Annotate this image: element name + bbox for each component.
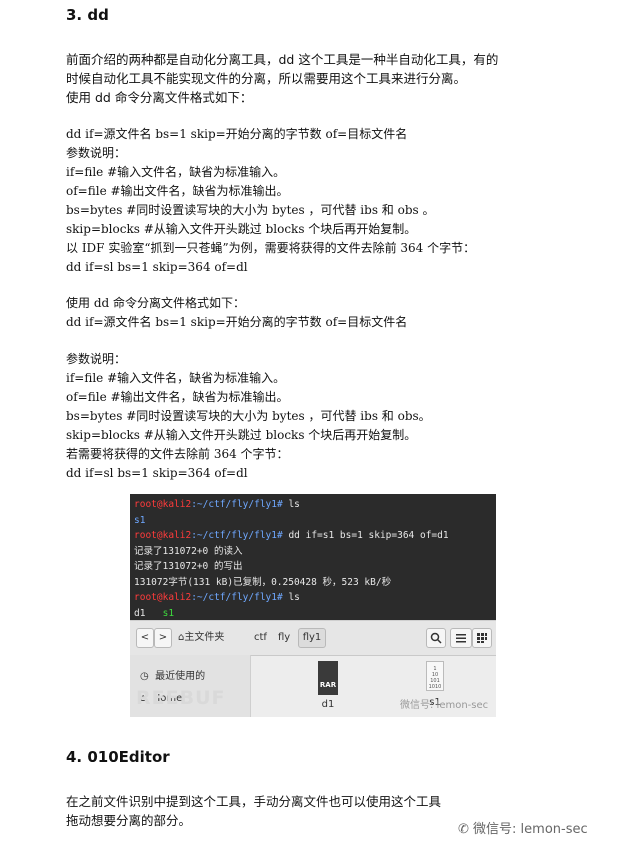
- terminal-screenshot: root@kali2:~/ctf/fly/fly1# ls s1 root@ka…: [130, 494, 496, 635]
- block1-line: skip=blocks #从输入文件开头跳过 blocks 个块后再开始复制。: [66, 222, 417, 236]
- file-name: d1: [321, 699, 335, 710]
- block2-line: 使用 dd 命令分离文件格式如下：: [66, 296, 245, 310]
- block3-line: skip=blocks #从输入文件开头跳过 blocks 个块后再开始复制。: [66, 428, 417, 442]
- prompt-user: root@kali2: [134, 499, 192, 510]
- prompt-path: :~/ctf/fly/fly1#: [191, 499, 283, 510]
- block1-line: bs=bytes #同时设置读写块的大小为 bytes ，可代替 ibs 和 o…: [66, 203, 435, 217]
- block3-line: dd if=sl bs=1 skip=364 of=dl: [66, 466, 248, 480]
- outro-line-1: 在之前文件识别中提到这个工具，手动分离文件也可以使用这个工具: [66, 794, 442, 809]
- section-3-title: 3. dd: [66, 6, 109, 24]
- block3-line: 参数说明：: [66, 352, 127, 366]
- prompt-user: root@kali2: [134, 530, 192, 541]
- list-icon: [456, 634, 466, 643]
- block1-line: if=file #输入文件名，缺省为标准输入。: [66, 165, 286, 179]
- back-button[interactable]: <: [136, 628, 154, 648]
- faded-watermark: REEBUF: [136, 687, 226, 709]
- sidebar-item-label: 最近使用的: [155, 671, 206, 682]
- block1-line: 以 IDF 实验室“抓到一只苍蝇”为例，需要将获得的文件去除前 364 个字节：: [66, 241, 476, 255]
- block3-line: if=file #输入文件名，缺省为标准输入。: [66, 371, 286, 385]
- block2-line: dd if=源文件名 bs=1 skip=开始分离的字节数 of=目标文件名: [66, 315, 408, 329]
- breadcrumb-fly1[interactable]: fly1: [298, 628, 326, 648]
- terminal-output: s1: [134, 514, 146, 526]
- terminal-command: ls: [282, 499, 300, 510]
- prompt-user: root@kali2: [134, 592, 192, 603]
- block3-line: bs=bytes #同时设置读写块的大小为 bytes ，可代替 ibs 和 o…: [66, 409, 431, 423]
- breadcrumb-home[interactable]: ⌂主文件夹: [178, 628, 224, 648]
- section-4-title: 4. 010Editor: [66, 748, 170, 766]
- breadcrumb-fly[interactable]: fly: [278, 628, 290, 648]
- block3-line: of=file #输出文件名，缺省为标准输出。: [66, 390, 289, 404]
- intro-line-1: 前面介绍的两种都是自动化分离工具，dd 这个工具是一种半自动化工具，有的: [66, 52, 499, 67]
- wechat-icon: ✆: [458, 822, 469, 837]
- terminal-command: ls: [282, 592, 300, 603]
- terminal-output: s1: [162, 607, 175, 619]
- terminal-command: dd if=s1 bs=1 skip=364 of=d1: [282, 530, 449, 541]
- block1-line: of=file #输出文件名，缺省为标准输出。: [66, 184, 289, 198]
- file-d1[interactable]: RAR d1: [310, 661, 346, 710]
- file-manager-toolbar: < > ⌂主文件夹 ctf fly fly1: [130, 621, 496, 656]
- search-icon: [430, 632, 442, 644]
- sidebar-item-recent[interactable]: ◷ 最近使用的: [140, 667, 205, 682]
- prompt-path: :~/ctf/fly/fly1#: [191, 592, 283, 603]
- terminal-output: 记录了131072+0 的读入: [134, 545, 243, 557]
- block1-line: dd if=sl bs=1 skip=364 of=dl: [66, 260, 248, 274]
- archive-file-icon: RAR: [318, 661, 338, 695]
- clock-icon: ◷: [140, 671, 149, 682]
- prompt-path: :~/ctf/fly/fly1#: [191, 530, 283, 541]
- intro-line-2: 时候自动化工具不能实现文件的分离，所以需要用这个工具来进行分离。: [66, 71, 467, 86]
- breadcrumb-ctf[interactable]: ctf: [254, 628, 267, 648]
- footer-watermark-text: 微信号: lemon-sec: [473, 822, 588, 837]
- view-list-button[interactable]: [450, 628, 472, 648]
- binary-file-icon: 1 10 101 1010: [426, 661, 444, 691]
- search-button[interactable]: [426, 628, 446, 648]
- file-manager-screenshot: < > ⌂主文件夹 ctf fly fly1 ◷ 最近使用的 ⌂ Home RE…: [130, 620, 496, 717]
- intro-line-3: 使用 dd 命令分离文件格式如下：: [66, 90, 253, 105]
- wechat-watermark-small: 微信号: lemon-sec: [400, 700, 489, 711]
- terminal-output: d1: [134, 607, 146, 619]
- footer-watermark: ✆ 微信号: lemon-sec: [458, 818, 588, 837]
- terminal-output: 记录了131072+0 的写出: [134, 561, 243, 572]
- terminal-output: 131072字节(131 kB)已复制，0.250428 秒，523 kB/秒: [134, 576, 392, 588]
- forward-button[interactable]: >: [154, 628, 172, 648]
- outro-line-2: 拖动想要分离的部分。: [66, 813, 192, 828]
- block3-line: 若需要将获得的文件去除前 364 个字节：: [66, 447, 289, 461]
- block1-line: 参数说明：: [66, 146, 127, 160]
- block1-line: dd if=源文件名 bs=1 skip=开始分离的字节数 of=目标文件名: [66, 127, 408, 141]
- view-grid-button[interactable]: [472, 628, 492, 648]
- grid-icon: [477, 633, 487, 643]
